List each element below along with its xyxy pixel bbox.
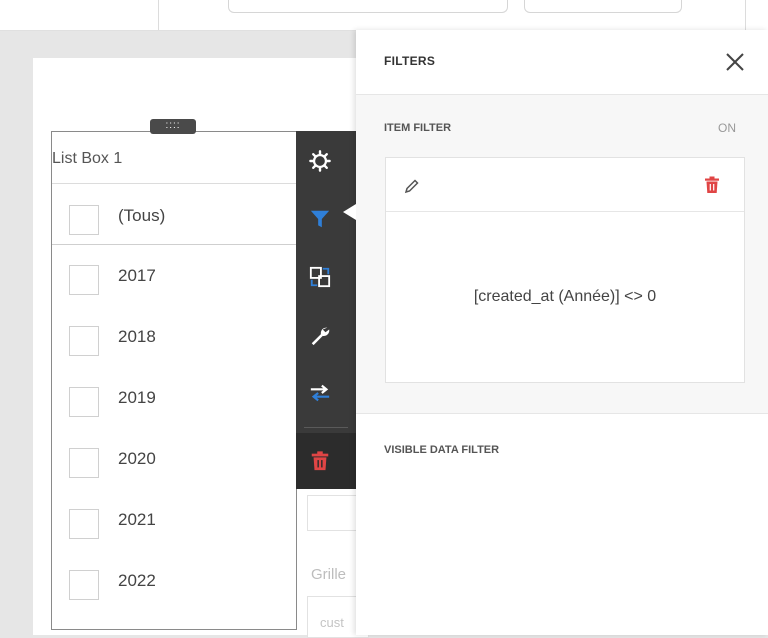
- settings-button[interactable]: [296, 133, 356, 189]
- top-toolbar: [0, 0, 768, 31]
- grid-item-text: cust: [320, 615, 344, 630]
- edit-filter-button[interactable]: [404, 178, 420, 194]
- list-item-label: 2019: [118, 388, 156, 407]
- filter-expression: [created_at (Année)] <> 0: [473, 288, 657, 305]
- list-item[interactable]: 2017: [52, 252, 296, 302]
- checkbox[interactable]: [69, 570, 99, 600]
- panel-pointer: [343, 204, 356, 220]
- item-filter-card: [created_at (Année)] <> 0: [385, 157, 745, 383]
- toolbar-divider: [304, 427, 348, 428]
- list-item-all[interactable]: (Tous): [52, 192, 296, 242]
- toolbar-divider: [745, 0, 746, 30]
- interactivity-icon: [309, 266, 331, 288]
- checkbox[interactable]: [69, 326, 99, 356]
- grid-item-caption: Grille: [311, 566, 347, 583]
- checkbox[interactable]: [69, 387, 99, 417]
- convert-arrows-icon: [310, 384, 330, 402]
- checkbox[interactable]: [69, 265, 99, 295]
- list-item[interactable]: 2019: [52, 374, 296, 424]
- convert-button[interactable]: [296, 365, 356, 421]
- visible-data-filter-label: VISIBLE DATA FILTER: [384, 444, 500, 456]
- item-filter-label: ITEM FILTER: [384, 122, 452, 134]
- list-item-label: 2020: [118, 449, 156, 468]
- checkbox[interactable]: [69, 509, 99, 539]
- filters-panel: FILTERS ITEM FILTER ON [created_at (Anné…: [356, 30, 768, 635]
- card-header: [386, 158, 744, 212]
- divider: [52, 244, 296, 245]
- filter-icon: [310, 210, 330, 228]
- list-item-label: 2017: [118, 266, 156, 285]
- delete-filter-button[interactable]: [704, 176, 720, 194]
- wrench-icon: [311, 327, 330, 346]
- list-item[interactable]: 2021: [52, 496, 296, 546]
- toolbar-field[interactable]: [524, 0, 682, 13]
- trash-icon: [705, 176, 719, 193]
- delete-item-button[interactable]: [296, 433, 356, 489]
- panel-header: FILTERS: [356, 30, 768, 95]
- checkbox[interactable]: [69, 448, 99, 478]
- list-item[interactable]: 2018: [52, 313, 296, 363]
- trash-icon: [311, 451, 329, 471]
- list-item[interactable]: 2022: [52, 557, 296, 607]
- item-toolbar: [296, 131, 356, 489]
- divider: [52, 183, 296, 184]
- checkbox[interactable]: [69, 205, 99, 235]
- list-item-label: 2022: [118, 571, 156, 590]
- pencil-icon: [404, 179, 419, 194]
- close-icon: [726, 53, 744, 71]
- item-filter-section: ITEM FILTER ON [created_at (Année)] <> 0: [356, 95, 768, 414]
- list-box-title: List Box 1: [52, 150, 123, 167]
- gear-icon: [309, 150, 331, 172]
- item-filter-state[interactable]: ON: [718, 121, 736, 135]
- list-item-label: (Tous): [118, 206, 166, 225]
- toolbar-divider: [158, 0, 159, 30]
- close-button[interactable]: [722, 49, 748, 75]
- list-item-label: 2018: [118, 327, 156, 346]
- interactivity-button[interactable]: [296, 249, 356, 305]
- options-button[interactable]: [296, 307, 356, 363]
- list-item-label: 2021: [118, 510, 156, 529]
- toolbar-field[interactable]: [228, 0, 508, 13]
- list-box-item: List Box 1 (Tous) 2017 2018 2019 2020 20…: [51, 131, 297, 630]
- item-drag-handle[interactable]: ::::: [150, 119, 196, 134]
- list-item[interactable]: 2020: [52, 435, 296, 485]
- panel-title: FILTERS: [384, 54, 436, 68]
